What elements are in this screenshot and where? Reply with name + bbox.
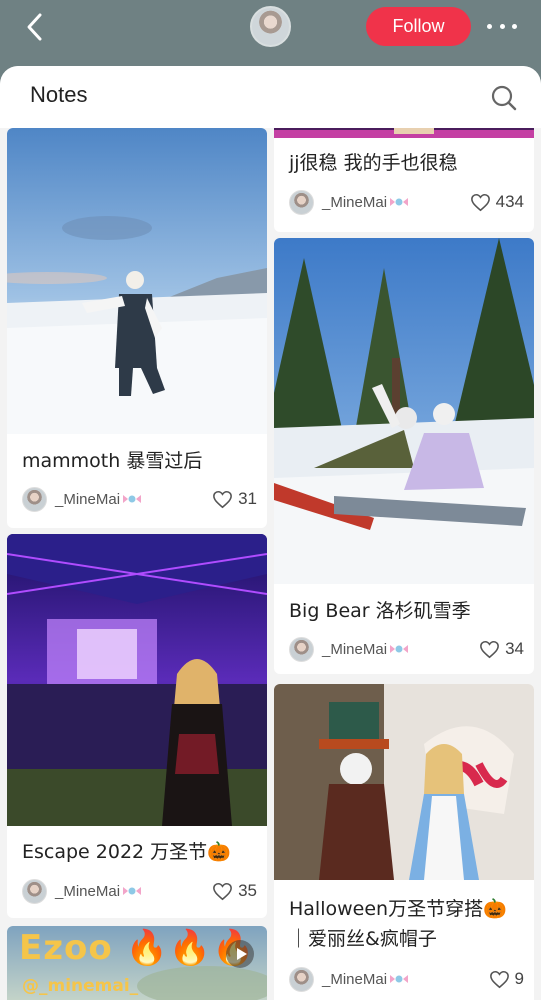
note-image-concert [7,534,267,826]
author-name[interactable]: _MineMai [55,491,120,508]
note-card-mammoth[interactable]: mammoth 暴雪过后 _MineMai 31 [7,128,267,528]
note-title: jj很稳 我的手也很稳 [289,152,458,174]
note-meta: _MineMai 434 [289,189,524,215]
heart-icon [480,640,499,658]
author-name[interactable]: _MineMai [322,641,387,658]
note-image-halloween [274,684,534,880]
author-avatar[interactable] [22,486,47,512]
heart-icon [213,490,232,508]
author-name[interactable]: _MineMai [322,194,387,211]
note-meta: _MineMai 34 [289,636,524,662]
note-card-bigbear[interactable]: Big Bear 洛杉矶雪季 _MineMai 34 [274,238,534,674]
author-avatar[interactable] [22,878,47,904]
candy-icon [390,645,409,653]
heart-icon [489,970,509,988]
note-title: Escape 2022 万圣节🎃 [22,841,231,863]
heart-icon [213,882,232,900]
like-button[interactable]: 434 [470,192,524,212]
note-meta: _MineMai 31 [22,486,257,512]
note-title-line-2: ｜爱丽丝&疯帽子 [289,928,437,950]
heart-icon [470,193,490,211]
candy-icon [390,975,409,983]
author-avatar[interactable] [289,966,314,992]
note-card-halloween[interactable]: Halloween万圣节穿搭🎃 ｜爱丽丝&疯帽子 _MineMai 9 [274,684,534,1000]
author-name[interactable]: _MineMai [322,971,387,988]
author-name[interactable]: _MineMai [55,883,120,900]
note-title: Big Bear 洛杉矶雪季 [289,600,471,622]
note-meta: _MineMai 9 [289,966,524,992]
note-title-line-1: Halloween万圣节穿搭🎃 [289,898,507,920]
like-button[interactable]: 9 [489,969,524,989]
like-count: 434 [495,192,524,211]
note-card-ezoo[interactable]: Ezoo 🔥🔥🔥 @_minemai_ [7,926,267,1000]
note-image-bigbear-snow [274,238,534,584]
ezoo-overlay-handle: @_minemai_ [22,976,139,996]
more-icon[interactable] [485,14,519,38]
like-count: 35 [238,881,257,900]
like-button[interactable]: 31 [212,489,257,509]
notes-title: Notes [30,82,88,107]
candy-icon [123,887,142,895]
search-icon[interactable] [490,84,518,112]
like-button[interactable]: 35 [212,881,257,901]
profile-avatar[interactable] [250,6,291,47]
top-bar: Follow [0,0,541,66]
follow-button[interactable]: Follow [366,7,471,46]
author-avatar[interactable] [289,189,314,215]
note-card-escape[interactable]: Escape 2022 万圣节🎃 _MineMai 35 [7,534,267,918]
note-meta: _MineMai 35 [22,878,257,904]
notes-header: Notes [0,66,541,128]
like-count: 34 [505,639,524,658]
candy-icon [390,198,409,206]
back-icon[interactable] [22,12,50,42]
like-count: 31 [238,489,257,508]
like-button[interactable]: 34 [479,639,524,659]
ezoo-overlay-title: Ezoo 🔥🔥🔥 [19,928,256,968]
like-count: 9 [514,969,524,988]
note-title: mammoth 暴雪过后 [22,450,203,472]
notes-sheet: Notes mammoth 暴雪过后 _MineMai 31 Escape 20… [0,66,541,1000]
author-avatar[interactable] [289,636,314,662]
note-image-snow-mammoth [7,128,267,434]
candy-icon [123,495,142,503]
play-icon[interactable] [226,940,254,968]
